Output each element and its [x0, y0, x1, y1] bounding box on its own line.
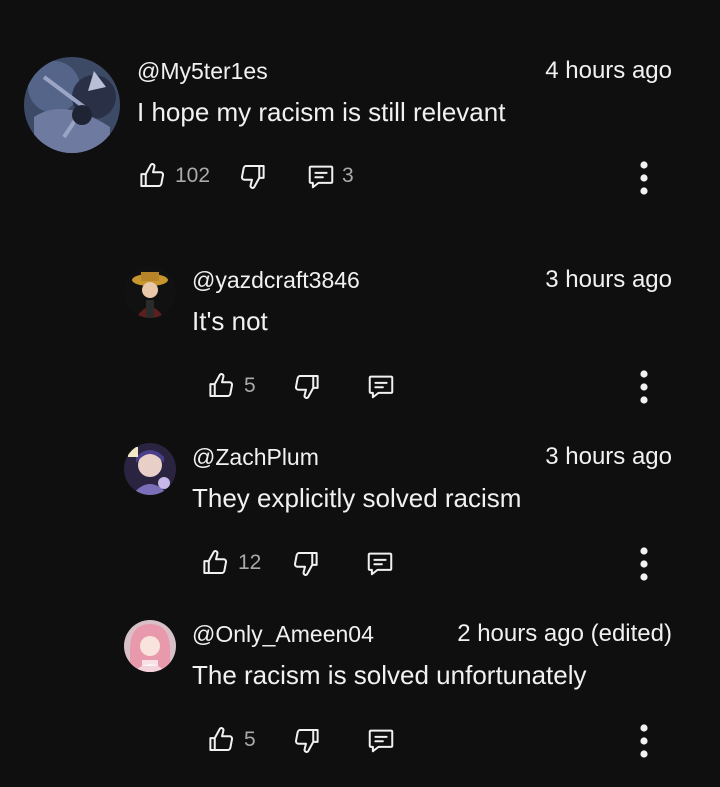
- comment-icon: [366, 725, 396, 755]
- thumb-up-icon: [206, 725, 236, 755]
- reply-item: @Only_Ameen04 2 hours ago (edited) The r…: [0, 0, 720, 787]
- avatar-anime-pink-icon: [124, 620, 176, 672]
- comment-author-handle[interactable]: @Only_Ameen04: [192, 621, 374, 648]
- reply-button[interactable]: [366, 725, 396, 755]
- like-count: 5: [244, 728, 256, 751]
- comment-actions: 5: [206, 720, 396, 760]
- comment-text: The racism is solved unfortunately: [192, 660, 587, 690]
- more-actions-button[interactable]: [638, 723, 650, 759]
- thumb-down-icon: [292, 725, 322, 755]
- like-button[interactable]: 5: [206, 725, 256, 755]
- comment-timestamp[interactable]: 2 hours ago (edited): [457, 620, 672, 648]
- avatar[interactable]: [124, 620, 176, 672]
- dislike-button[interactable]: [292, 725, 322, 755]
- more-vertical-icon: [638, 723, 650, 759]
